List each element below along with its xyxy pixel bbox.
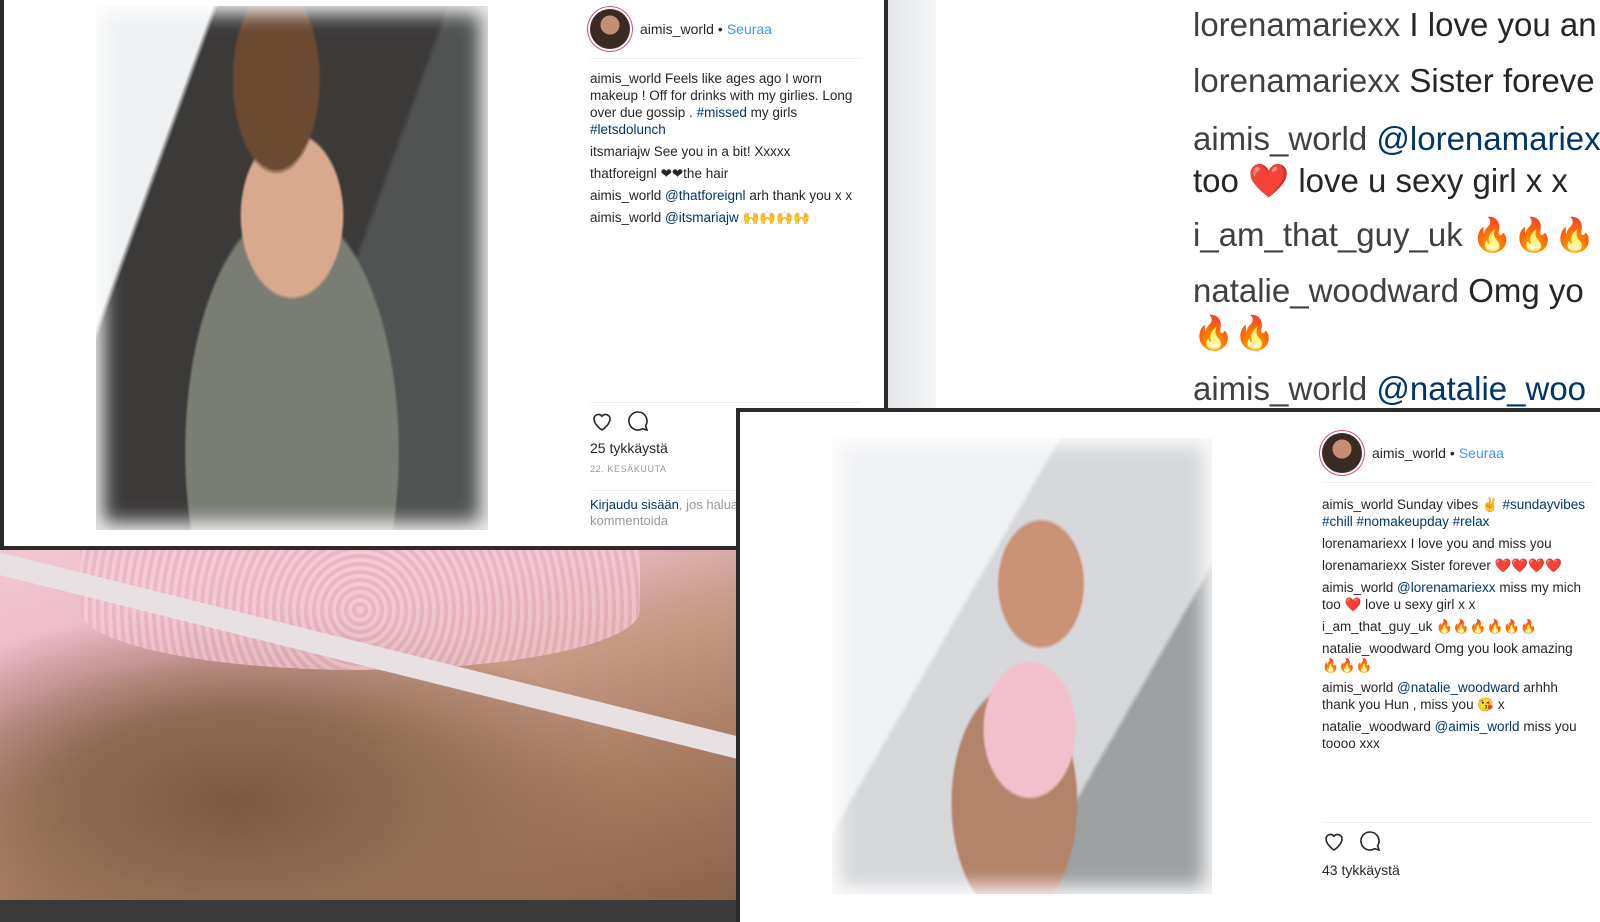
post-header: aimis_world • Seuraa [590,0,862,59]
comment-icon[interactable] [1358,829,1382,853]
zoomed-comments-panel: lorenamariexx I love you an lorenamariex… [888,0,1600,410]
zoom-comment: natalie_woodward Omg yo [1193,272,1584,309]
username-link[interactable]: aimis_world [1372,445,1446,461]
comment-user[interactable]: natalie_woodward [1322,719,1431,734]
zoom-comment: i_am_that_guy_uk 🔥🔥🔥🔥 [1193,216,1600,253]
username-link[interactable]: aimis_world [640,21,714,37]
list-item: i_am_that_guy_uk 🔥🔥🔥🔥🔥🔥 [1322,618,1592,635]
comment-user[interactable]: lorenamariexx [1322,558,1407,573]
cropped-photo-background [0,550,740,900]
fire-emoji: 🔥🔥🔥🔥🔥🔥 [1436,619,1537,634]
mention-link[interactable]: @lorenamariexx [1397,580,1496,595]
comment-user[interactable]: natalie_woodward [1322,641,1431,656]
mention-link[interactable]: @itsmariajw [665,210,739,225]
comment-text: Omg you look amazing [1434,641,1573,656]
list-item: aimis_world @itsmariajw 🙌🙌🙌🙌 [590,209,860,226]
comment-text: I love you and miss you [1410,536,1552,551]
zoom-comment-continued: 🔥🔥 [1193,314,1276,351]
zoom-comment: lorenamariexx Sister foreve [1193,62,1595,99]
hashtag-link[interactable]: #letsdolunch [590,122,666,137]
caption: aimis_world Sunday vibes ✌️ #sundayvibes… [1322,496,1592,530]
list-item: aimis_world @lorenamariexx miss my mich … [1322,579,1592,613]
comment-user[interactable]: thatforeignl [590,166,657,181]
hashtag-link[interactable]: #missed [697,105,747,120]
heart-emoji: ❤️❤️❤️❤️ [1494,558,1562,573]
list-item: thatforeignl ❤❤the hair [590,165,860,182]
mention-link[interactable]: @aimis_world [1435,719,1520,734]
comment-user[interactable]: aimis_world [1322,497,1393,512]
mention-link[interactable]: @natalie_woodward [1397,680,1520,695]
avatar[interactable] [1322,433,1362,473]
list-item: natalie_woodward @aimis_world miss you t… [1322,718,1592,752]
list-item: natalie_woodward Omg you look amazing 🔥🔥… [1322,640,1592,674]
follow-button[interactable]: Seuraa [1459,445,1504,461]
caption: aimis_world Feels like ages ago I worn m… [590,70,860,138]
comment-icon[interactable] [626,409,650,433]
caption-text: my girls [750,105,798,120]
zoom-comment: lorenamariexx I love you an [1193,6,1597,43]
login-prompt: Kirjaudu sisään, jos haluat kommentoida [590,490,750,529]
mention-link[interactable]: @thatforeignl [665,188,746,203]
comment-user[interactable]: aimis_world [590,210,661,225]
instagram-post-right: aimis_world • Seuraa aimis_world Sunday … [736,408,1600,922]
post-header: aimis_world • Seuraa [1322,424,1594,483]
comment-user[interactable]: itsmariajw [590,144,650,159]
zoom-comment-continued: too ❤️ love u sexy girl x x [1193,162,1568,199]
comment-text: 🙌🙌🙌🙌 [742,210,810,225]
comment-user[interactable]: aimis_world [590,71,661,86]
list-item: lorenamariexx I love you and miss you [1322,535,1592,552]
heart-icon[interactable] [1322,829,1346,853]
post-date: 22. KESÄKUUTA [590,464,667,474]
avatar[interactable] [590,9,630,49]
comment-user[interactable]: aimis_world [590,188,661,203]
heart-icon[interactable] [590,409,614,433]
list-item: lorenamariexx Sister forever ❤️❤️❤️❤️ [1322,557,1592,574]
heart-emoji: ❤️ [1344,597,1362,612]
separator-dot: • [717,21,723,37]
comment-text: x [1497,697,1505,712]
comment-user[interactable]: aimis_world [1322,580,1393,595]
kiss-emoji: 😘 [1477,697,1495,712]
list-item: itsmariajw See you in a bit! Xxxxx [590,143,860,160]
zoom-comment: aimis_world @natalie_woo [1193,370,1587,407]
zoom-left-strip [888,0,936,410]
follow-button[interactable]: Seuraa [727,21,772,37]
separator-dot: • [1449,445,1455,461]
likes-count[interactable]: 43 tykkäystä [1322,862,1400,878]
comment-text: love u sexy girl x x [1365,597,1476,612]
list-item: aimis_world @natalie_woodward arhhh than… [1322,679,1592,713]
zoom-comment: aimis_world @lorenamariex [1193,120,1600,157]
likes-count[interactable]: 25 tykkäystä [590,440,668,456]
post-photo[interactable] [96,6,488,530]
comment-text: See you in a bit! Xxxxx [653,144,791,159]
post-photo[interactable] [832,438,1212,894]
caption-text: Sunday vibes ✌️ [1397,497,1499,512]
action-bar [1322,822,1592,859]
comment-user[interactable]: aimis_world [1322,680,1393,695]
list-item: aimis_world @thatforeignl arh thank you … [590,187,860,204]
fire-emoji: 🔥🔥🔥 [1322,658,1373,673]
comment-text: Sister forever [1410,558,1491,573]
comments-list: aimis_world Sunday vibes ✌️ #sundayvibes… [1322,496,1592,757]
login-link[interactable]: Kirjaudu sisään [590,497,679,512]
comment-text: arh thank you x x [749,188,853,203]
post-meta: aimis_world • Seuraa aimis_world Sunday … [1322,412,1600,922]
comments-list: aimis_world Feels like ages ago I worn m… [590,70,860,231]
comment-user[interactable]: lorenamariexx [1322,536,1407,551]
comment-text: ❤❤the hair [660,166,729,181]
comment-user[interactable]: i_am_that_guy_uk [1322,619,1432,634]
